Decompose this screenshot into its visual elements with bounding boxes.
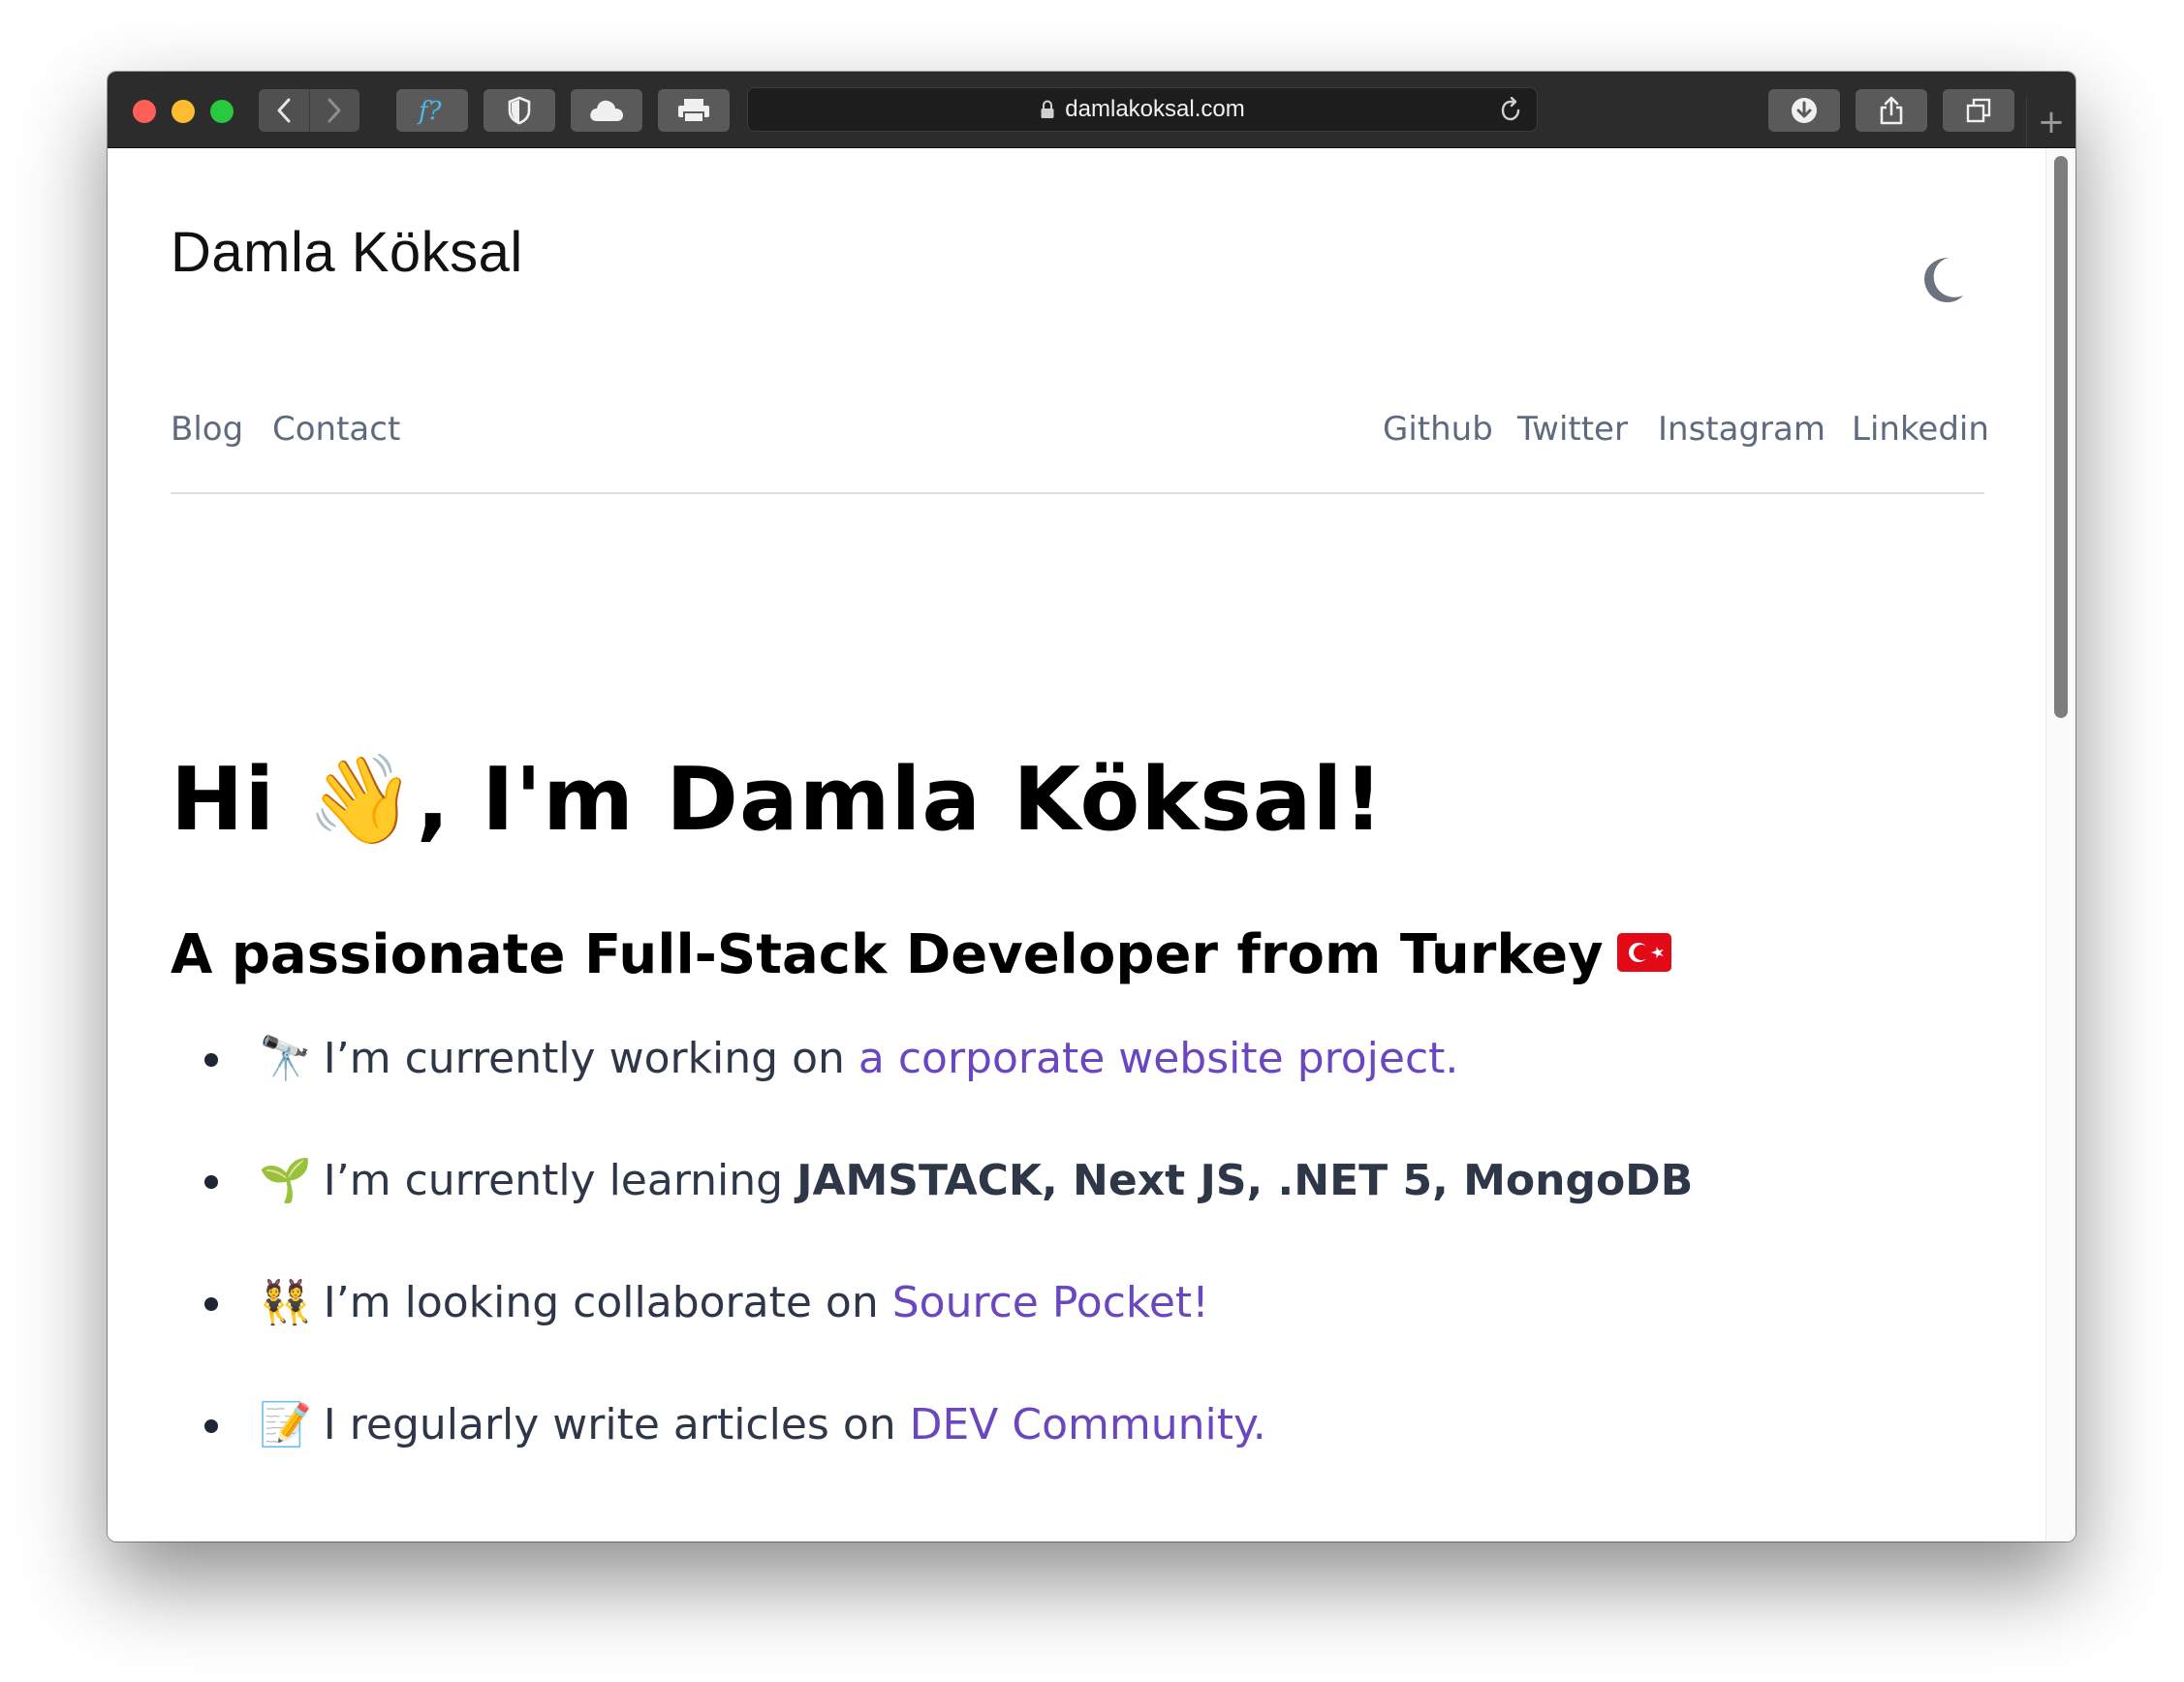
close-window-button[interactable] (133, 100, 156, 123)
list-item-text: I regularly write articles on (323, 1400, 910, 1449)
download-icon (1792, 98, 1817, 123)
subtitle: A passionate Full-Stack Developer from T… (171, 923, 1671, 986)
list-item-text: I’m currently learning (323, 1156, 797, 1205)
page-viewport: Damla Köksal Blog Contact Github Twitter… (108, 148, 2075, 1542)
hero-heading: Hi 👋, I'm Damla Köksal! (171, 749, 1384, 851)
lock-icon (1040, 100, 1055, 119)
intro-list: 🔭 I’m currently working on a corporate we… (204, 1030, 1693, 1518)
learning-tech-list: JAMSTACK, Next JS, .NET 5, MongoDB (796, 1156, 1694, 1205)
seedling-emoji: 🌱 (259, 1156, 312, 1205)
fonts-ext-icon: f? (417, 97, 443, 126)
list-item: 🔭 I’m currently working on a corporate we… (204, 1030, 1693, 1152)
browser-window: f? damlakoksal.com + Damla Köksal Blog C… (108, 72, 2075, 1542)
cloud-extension-button[interactable] (571, 89, 642, 132)
nav-github[interactable]: Github (1383, 410, 1493, 449)
vertical-scrollbar[interactable] (2045, 148, 2075, 1542)
subtitle-text: A passionate Full-Stack Developer from T… (171, 923, 1604, 986)
share-button[interactable] (1856, 89, 1927, 132)
list-item: 📝 I regularly write articles on DEV Commu… (204, 1396, 1693, 1518)
list-item-text: I’m looking collaborate on (323, 1278, 892, 1327)
forward-icon (328, 98, 341, 123)
site-title[interactable]: Damla Köksal (171, 220, 523, 285)
privacy-extension-button[interactable] (484, 89, 555, 132)
new-tab-button[interactable]: + (2026, 97, 2075, 147)
bullet (204, 1053, 218, 1067)
shield-icon (508, 96, 531, 125)
list-item: 🌱 I’m currently learning JAMSTACK, Next J… (204, 1152, 1693, 1274)
history-nav (259, 89, 359, 132)
bullet (204, 1297, 218, 1311)
moon-icon (1924, 258, 1963, 303)
browser-toolbar: f? damlakoksal.com + (108, 72, 2075, 148)
header-divider (171, 492, 1984, 494)
waving-hand-emoji: 👋 (306, 749, 417, 851)
nav-instagram[interactable]: Instagram (1658, 410, 1825, 449)
address-bar[interactable]: damlakoksal.com (747, 87, 1538, 132)
hero-greeting: Hi (171, 749, 307, 851)
minimize-window-button[interactable] (172, 100, 195, 123)
zoom-window-button[interactable] (210, 100, 234, 123)
source-pocket-link[interactable]: Source Pocket! (892, 1278, 1209, 1327)
memo-emoji: 📝 (259, 1400, 312, 1449)
bullet (204, 1419, 218, 1433)
downloads-button[interactable] (1768, 89, 1840, 132)
back-icon (277, 98, 291, 123)
cloud-icon (590, 100, 623, 121)
nav-contact[interactable]: Contact (272, 410, 400, 449)
scrollbar-thumb[interactable] (2054, 156, 2068, 718)
nav-linkedin[interactable]: Linkedin (1852, 410, 1989, 449)
forward-button[interactable] (308, 89, 360, 132)
turkey-flag-icon (1616, 932, 1671, 972)
theme-toggle-button[interactable] (1919, 255, 1970, 305)
back-button[interactable] (259, 89, 309, 132)
show-tabs-button[interactable] (1943, 89, 2014, 132)
bullet (204, 1175, 218, 1189)
reload-icon[interactable] (1498, 96, 1523, 131)
print-icon (678, 99, 709, 123)
print-button[interactable] (658, 89, 730, 132)
url-text: damlakoksal.com (1065, 96, 1245, 122)
nav-blog[interactable]: Blog (171, 410, 243, 449)
telescope-emoji: 🔭 (259, 1034, 312, 1083)
tabs-icon (1966, 98, 1991, 123)
list-item-text: I’m currently working on (323, 1034, 858, 1083)
fonts-extension-button[interactable]: f? (396, 89, 468, 132)
corporate-project-link[interactable]: a corporate website project. (858, 1034, 1459, 1083)
share-icon (1880, 96, 1903, 125)
dancers-emoji: 👯 (259, 1278, 312, 1327)
hero-name: , I'm Damla Köksal! (416, 749, 1385, 851)
nav-twitter[interactable]: Twitter (1517, 410, 1628, 449)
dev-community-link[interactable]: DEV Community. (910, 1400, 1266, 1449)
svg-text:f?: f? (417, 97, 443, 126)
list-item: 👯 I’m looking collaborate on Source Pocke… (204, 1274, 1693, 1396)
